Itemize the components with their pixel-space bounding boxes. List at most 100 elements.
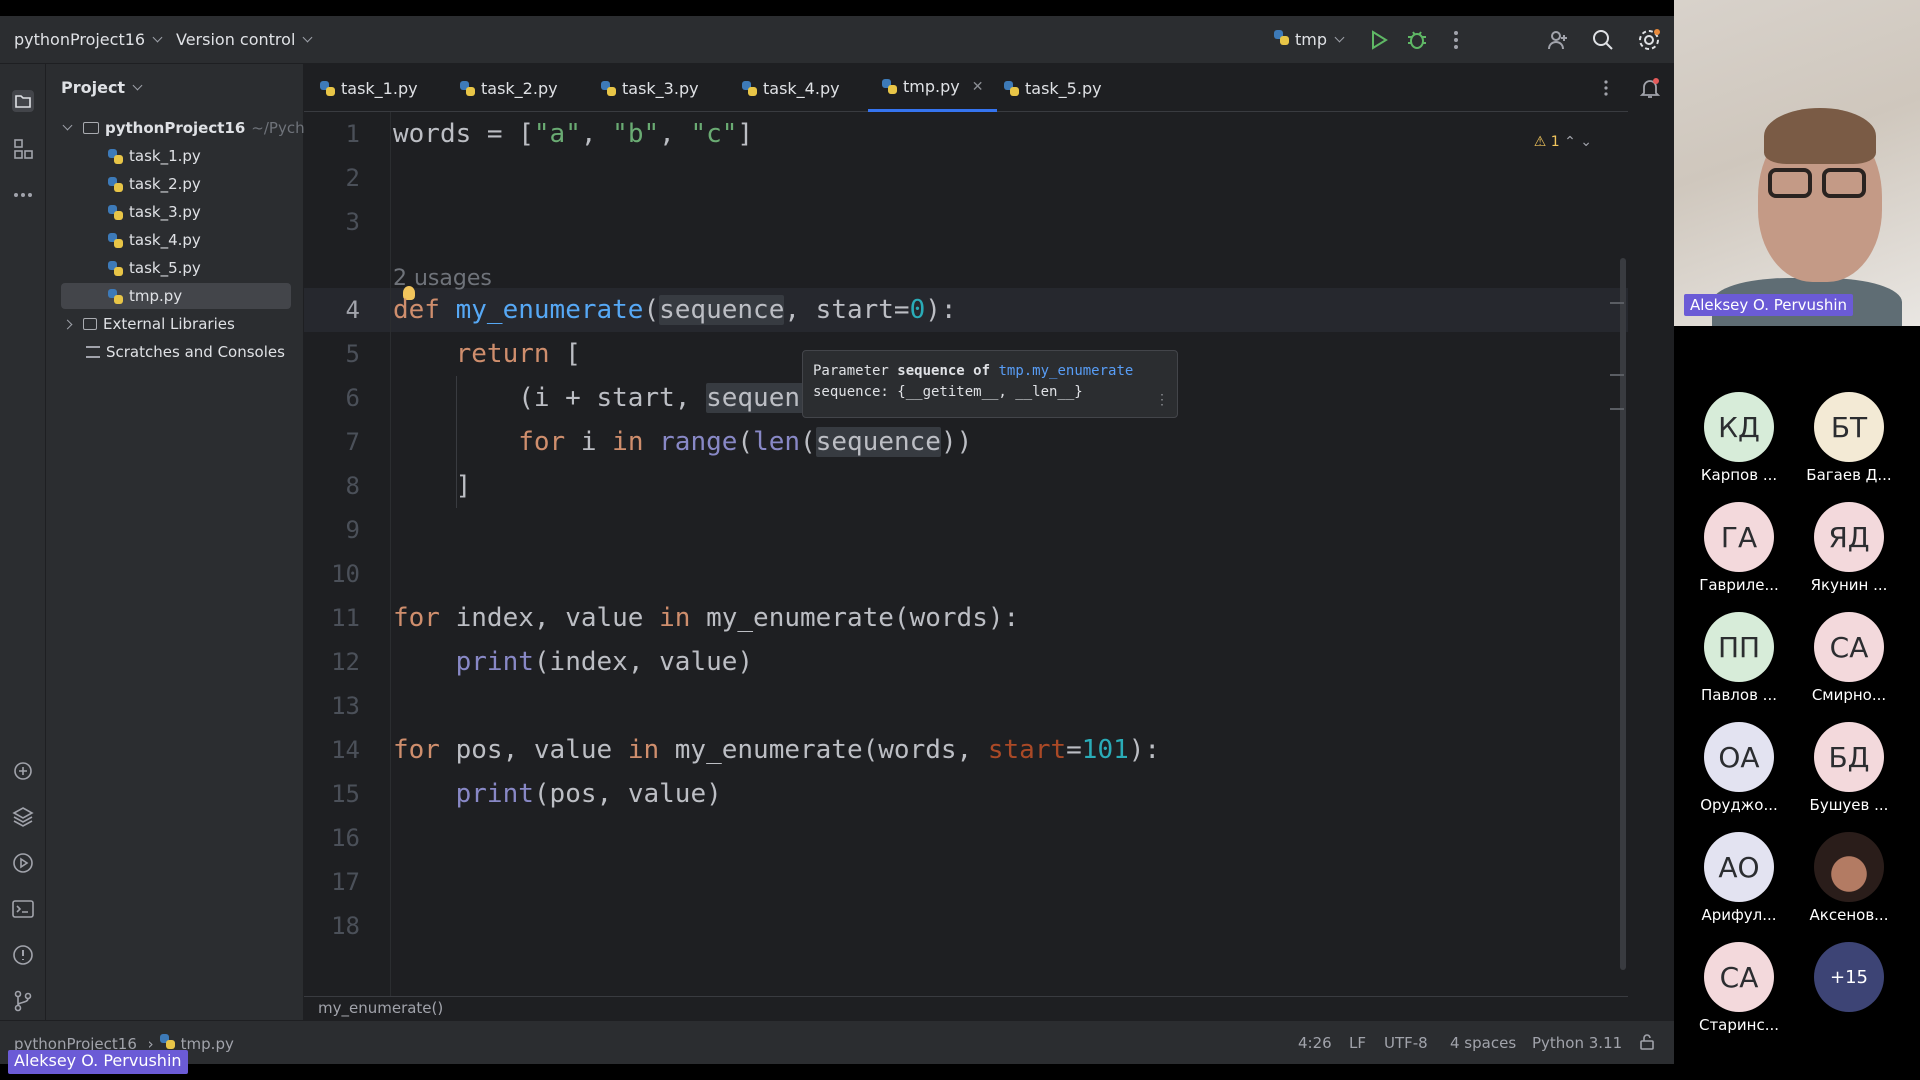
avatar: АО <box>1704 832 1774 902</box>
python-file-icon <box>108 288 123 304</box>
project-selector[interactable]: pythonProject16 <box>14 30 163 49</box>
tooltip-more-icon[interactable]: ⋮ <box>1155 390 1169 411</box>
git-branch-icon[interactable] <box>10 988 36 1014</box>
tab-label: task_3.py <box>622 78 699 98</box>
tree-root[interactable]: pythonProject16 ~/Pycharr <box>62 115 326 141</box>
tab-label: task_2.py <box>481 78 558 98</box>
tree-file[interactable]: task_5.py <box>108 255 201 281</box>
participant-tile[interactable]: БД Бушуев ... <box>1794 722 1904 814</box>
structure-icon[interactable] <box>10 136 36 162</box>
participant-name: Багаев Д... <box>1806 466 1892 484</box>
services-icon[interactable] <box>10 850 36 876</box>
line-number: 9 <box>345 516 360 544</box>
folder-icon <box>83 122 99 134</box>
more-participants-button[interactable]: +15 <box>1794 942 1904 1012</box>
python-file-icon <box>601 80 616 96</box>
tab-options-icon[interactable] <box>1596 78 1616 98</box>
code-line-7: for i in range(len(sequence)) <box>518 427 973 457</box>
read-only-lock-icon[interactable] <box>1638 1033 1656 1051</box>
tree-file[interactable]: task_2.py <box>108 171 201 197</box>
debug-icon[interactable] <box>1405 28 1429 52</box>
vcs-selector[interactable]: Version control <box>176 30 313 49</box>
participant-name: Старинс... <box>1698 1016 1780 1034</box>
avatar-initials: АО <box>1718 850 1760 884</box>
more-vertical-icon[interactable] <box>1444 28 1468 52</box>
notifications-bell-icon[interactable] <box>1638 76 1662 100</box>
line-number: 7 <box>345 428 360 456</box>
tab-task-5[interactable]: task_5.py <box>1004 64 1102 112</box>
python-icon <box>1274 30 1289 45</box>
tree-file-selected[interactable]: tmp.py <box>61 283 291 309</box>
participant-tile[interactable]: ОА Оруджо... <box>1684 722 1794 814</box>
file-label: task_5.py <box>129 259 201 277</box>
participant-tile[interactable]: КД Карпов ... <box>1684 392 1794 484</box>
run-icon[interactable] <box>1366 28 1390 52</box>
participant-tile[interactable]: Аксенов... <box>1794 832 1904 924</box>
participant-name: Аксенов... <box>1809 906 1889 924</box>
code-line-12: print(index, value) <box>455 647 754 677</box>
vcs-label: Version control <box>176 30 296 49</box>
code-editor[interactable]: 1 2 3 4 5 6 7 8 9 10 11 12 13 14 15 16 1… <box>304 112 1628 996</box>
scratches-label: Scratches and Consoles <box>106 343 285 361</box>
participant-tile[interactable]: БТ Багаев Д... <box>1794 392 1904 484</box>
python-file-icon <box>460 80 475 96</box>
status-bar: pythonProject16 › tmp.py 4:26 LF UTF-8 4 … <box>0 1020 1674 1064</box>
tab-tmp[interactable]: tmp.py ✕ <box>868 64 998 112</box>
scroll-marker <box>1610 374 1624 376</box>
expand-arrow-icon <box>62 120 73 130</box>
participant-tile[interactable]: ПП Павлов ... <box>1684 612 1794 704</box>
tab-task-1[interactable]: task_1.py <box>320 64 418 112</box>
participant-tile[interactable]: ЯД Якунин ... <box>1794 502 1904 594</box>
tab-label: tmp.py <box>903 77 960 96</box>
run-config-selector[interactable]: tmp <box>1274 30 1345 49</box>
tree-file[interactable]: task_4.py <box>108 227 201 253</box>
tree-file[interactable]: task_3.py <box>108 199 201 225</box>
gutter-divider <box>390 112 391 996</box>
python-file-icon <box>108 204 123 220</box>
search-icon[interactable] <box>1591 28 1615 52</box>
vertical-scrollbar[interactable] <box>1620 258 1626 970</box>
participant-tile[interactable]: ГА Гавриле... <box>1684 502 1794 594</box>
python-interpreter[interactable]: Python 3.11 <box>1532 1034 1622 1052</box>
line-separator[interactable]: LF <box>1349 1034 1366 1052</box>
participant-tile[interactable]: СА Смирно... <box>1794 612 1904 704</box>
problems-icon[interactable] <box>10 942 36 968</box>
file-encoding[interactable]: UTF-8 <box>1384 1034 1428 1052</box>
editor-breadcrumb[interactable]: my_enumerate() <box>304 996 1628 1020</box>
more-horizontal-icon[interactable] <box>10 182 36 208</box>
tab-task-3[interactable]: task_3.py <box>601 64 699 112</box>
participant-tile[interactable]: СА Старинс... <box>1684 942 1794 1034</box>
avatar: ОА <box>1704 722 1774 792</box>
file-label: tmp.py <box>129 287 183 305</box>
tree-scratches[interactable]: Scratches and Consoles <box>86 339 285 365</box>
add-user-icon[interactable] <box>1546 28 1570 52</box>
avatar-initials: БТ <box>1830 410 1868 444</box>
project-panel-title: Project <box>61 78 126 97</box>
close-tab-icon[interactable]: ✕ <box>972 79 984 95</box>
participant-tile[interactable]: АО Арифул... <box>1684 832 1794 924</box>
terminal-icon[interactable] <box>10 896 36 922</box>
python-file-icon <box>108 232 123 248</box>
tab-task-4[interactable]: task_4.py <box>742 64 840 112</box>
avatar-initials: ОА <box>1718 740 1760 774</box>
python-file-icon <box>108 176 123 192</box>
project-panel-header[interactable]: Project <box>61 78 143 97</box>
tree-file[interactable]: task_1.py <box>108 143 201 169</box>
caret-position[interactable]: 4:26 <box>1298 1034 1332 1052</box>
participant-name: Оруджо... <box>1700 796 1778 814</box>
tree-external-libraries[interactable]: External Libraries <box>62 311 235 337</box>
indent-setting[interactable]: 4 spaces <box>1450 1034 1516 1052</box>
chevron-down-icon <box>1334 32 1345 43</box>
project-folder-icon[interactable] <box>10 88 36 114</box>
participant-name: Смирно... <box>1811 686 1887 704</box>
participant-name: Гавриле... <box>1699 576 1779 594</box>
tooltip-target-link[interactable]: tmp.my_enumerate <box>998 363 1133 379</box>
settings-icon[interactable] <box>1637 28 1661 52</box>
python-packages-icon[interactable] <box>10 804 36 830</box>
parameter-info-tooltip: Parameter sequence of tmp.my_enumerate s… <box>802 350 1178 418</box>
avatar: СА <box>1704 942 1774 1012</box>
presenter-name-tag: Aleksey O. Pervushin <box>8 1050 188 1074</box>
python-console-icon[interactable] <box>10 758 36 784</box>
warnings-indicator[interactable]: ⚠ 1 ⌃ ⌄ <box>1534 134 1592 150</box>
tab-task-2[interactable]: task_2.py <box>460 64 558 112</box>
